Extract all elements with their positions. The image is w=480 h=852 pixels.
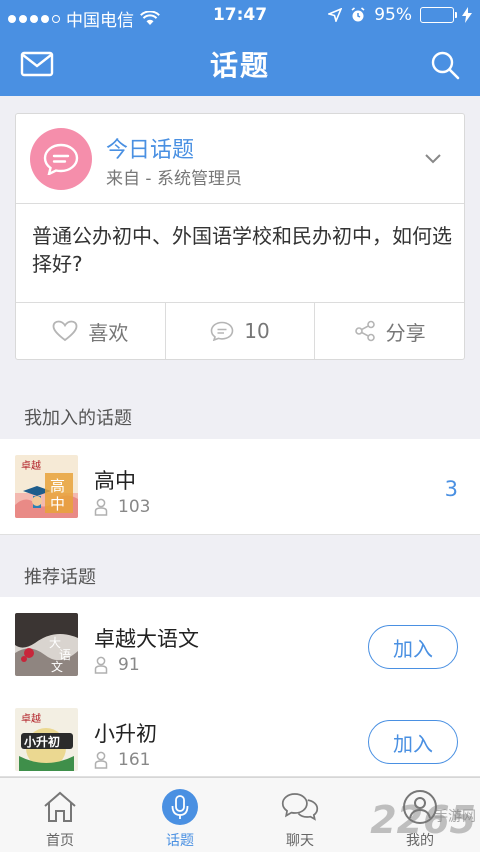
share-label: 分享 bbox=[385, 320, 426, 345]
today-topic-source: 来自 - 系统管理员 bbox=[106, 169, 242, 189]
battery-percent: 95% bbox=[374, 5, 412, 25]
tab-home-label: 首页 bbox=[46, 833, 74, 849]
person-icon bbox=[94, 751, 108, 769]
tab-topics[interactable]: 话题 bbox=[120, 778, 240, 852]
svg-text:中: 中 bbox=[50, 495, 65, 513]
battery-icon bbox=[420, 7, 457, 23]
topic-name: 卓越大语文 bbox=[94, 627, 199, 651]
list-item[interactable]: 大 语 文 卓越大语文 91 加入 bbox=[0, 597, 480, 693]
svg-text:卓越: 卓越 bbox=[21, 459, 41, 472]
today-topic-header[interactable]: 今日话题 来自 - 系统管理员 bbox=[16, 114, 464, 204]
watermark: 2265 手游网 bbox=[370, 798, 476, 842]
member-count: 91 bbox=[118, 655, 140, 675]
member-count: 103 bbox=[118, 497, 151, 517]
like-label: 喜欢 bbox=[88, 320, 129, 345]
home-icon bbox=[44, 791, 76, 822]
svg-text:小升初: 小升初 bbox=[24, 734, 60, 749]
person-icon bbox=[94, 498, 108, 516]
topic-thumbnail: 大 语 文 bbox=[15, 613, 78, 676]
recommended-heading: 推荐话题 bbox=[24, 567, 96, 588]
heart-icon bbox=[52, 320, 78, 342]
list-item[interactable]: 高 中 卓越 高中 103 3 bbox=[0, 439, 480, 535]
topic-thumbnail: 卓越 小升初 bbox=[15, 708, 78, 771]
tab-chat-label: 聊天 bbox=[286, 833, 314, 849]
tab-chat[interactable]: 聊天 bbox=[240, 778, 360, 852]
alarm-icon bbox=[351, 7, 365, 22]
topic-members: 103 bbox=[94, 497, 150, 517]
comment-button[interactable]: 10 bbox=[166, 303, 316, 359]
status-bar: 中国电信 17:47 95% bbox=[0, 0, 480, 32]
like-button[interactable]: 喜欢 bbox=[16, 303, 166, 359]
today-topic-title: 今日话题 bbox=[106, 138, 195, 163]
share-button[interactable]: 分享 bbox=[315, 303, 464, 359]
chat-icon bbox=[281, 793, 319, 821]
chevron-down-icon[interactable] bbox=[424, 152, 442, 166]
list-item[interactable]: 卓越 小升初 小升初 161 加入 bbox=[0, 692, 480, 777]
topic-name: 小升初 bbox=[94, 722, 157, 746]
comment-icon bbox=[210, 321, 234, 341]
comment-count: 10 bbox=[244, 319, 270, 343]
topic-members: 91 bbox=[94, 655, 140, 675]
member-count: 161 bbox=[118, 750, 151, 770]
share-icon bbox=[354, 320, 375, 342]
today-topic-text[interactable]: 普通公办初中、外国语学校和民办初中，如何选择好? bbox=[32, 222, 452, 278]
unread-count: 3 bbox=[444, 477, 458, 501]
svg-text:卓越: 卓越 bbox=[21, 712, 41, 725]
tab-home[interactable]: 首页 bbox=[0, 778, 120, 852]
topic-avatar bbox=[30, 128, 92, 190]
svg-text:文: 文 bbox=[51, 659, 63, 674]
person-icon bbox=[94, 656, 108, 674]
today-topic-card[interactable]: 今日话题 来自 - 系统管理员 普通公办初中、外国语学校和民办初中，如何选择好?… bbox=[15, 113, 465, 360]
search-icon[interactable] bbox=[430, 50, 460, 80]
join-button[interactable]: 加入 bbox=[368, 720, 458, 764]
join-button[interactable]: 加入 bbox=[368, 625, 458, 669]
topic-members: 161 bbox=[94, 750, 150, 770]
watermark-subtext: 手游网 bbox=[434, 809, 476, 825]
microphone-icon bbox=[162, 789, 198, 825]
charging-icon bbox=[462, 7, 472, 23]
location-icon bbox=[328, 8, 343, 22]
topic-name: 高中 bbox=[94, 469, 136, 493]
my-topics-heading: 我加入的话题 bbox=[24, 408, 132, 429]
top-bar: 中国电信 17:47 95% 话题 bbox=[0, 0, 480, 96]
svg-text:高: 高 bbox=[50, 477, 65, 495]
speech-bubble-icon bbox=[43, 143, 79, 175]
page-title: 话题 bbox=[209, 49, 270, 82]
topic-thumbnail: 高 中 卓越 bbox=[15, 455, 78, 518]
tab-topics-label: 话题 bbox=[166, 833, 194, 849]
today-topic-actions: 喜欢 10 分享 bbox=[16, 302, 464, 359]
